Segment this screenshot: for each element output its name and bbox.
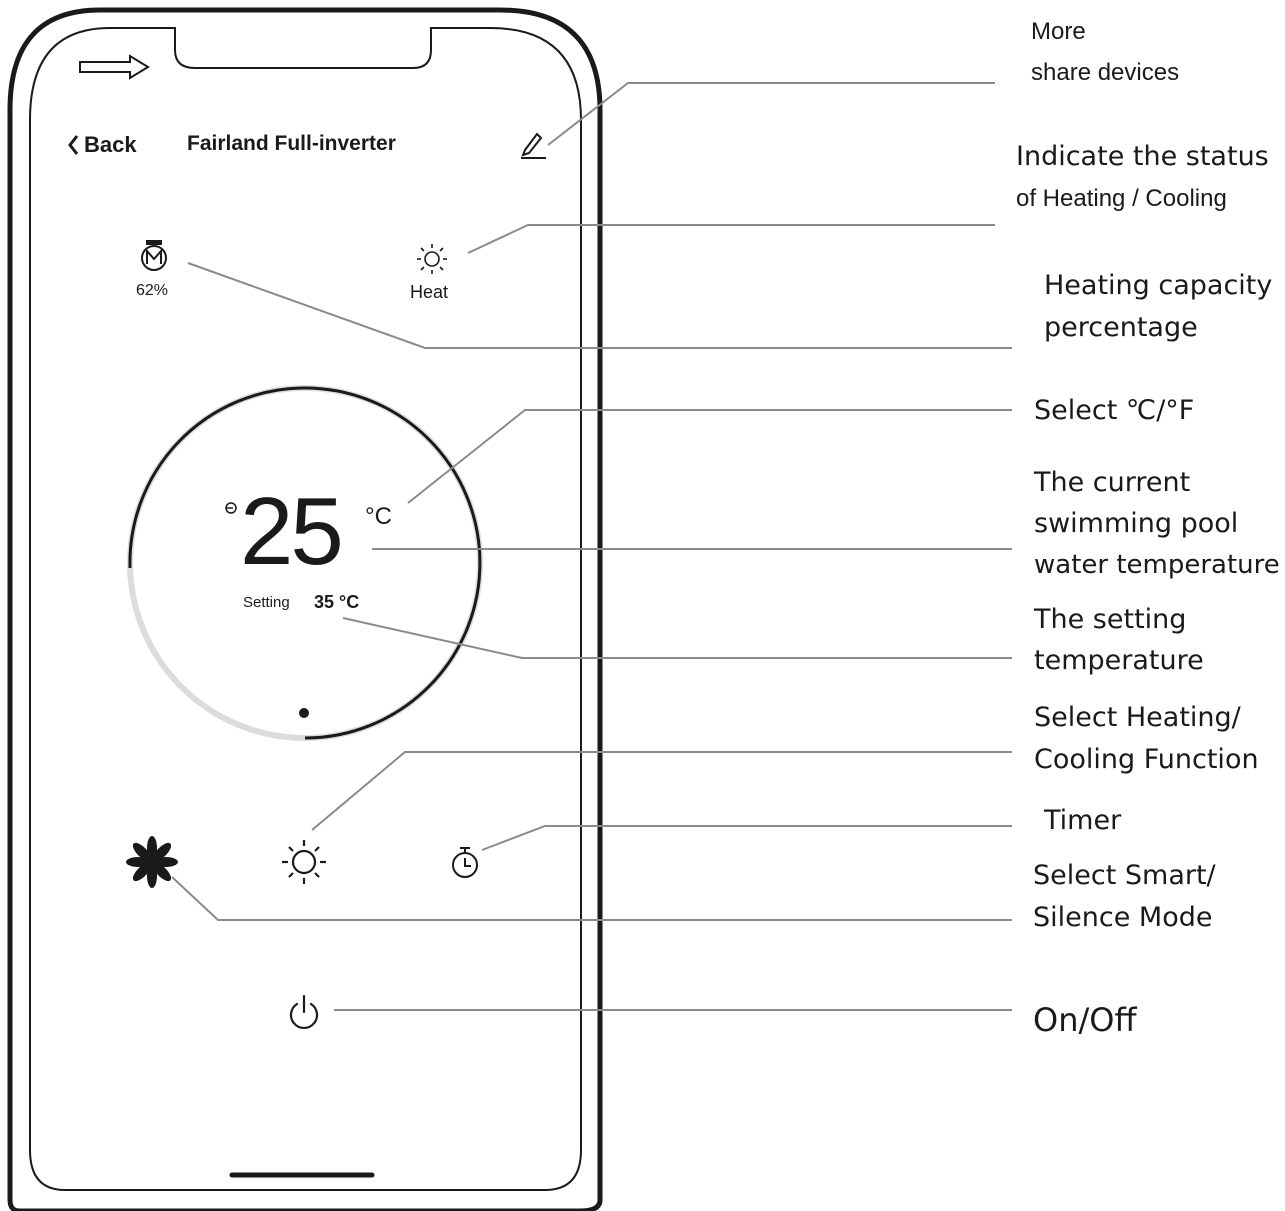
phone-outer-frame [7,7,603,1211]
annotation-mode-line2: Silence Mode [1033,902,1213,933]
annotation-current-line1: The current [1034,467,1191,498]
leader-line-function [311,751,1012,831]
leader-line-setting [342,617,1012,659]
current-temperature: 25 [240,478,344,585]
setting-label: Setting [243,594,290,611]
temperature-unit-toggle[interactable]: °C [365,503,392,531]
leader-line-status [467,224,995,254]
water-inlet-icon [225,502,237,514]
heat-cool-sun-icon[interactable] [282,840,326,884]
compressor-icon [141,240,167,271]
annotation-mode-line1: Select Smart/ [1033,860,1216,891]
power-icon[interactable] [289,994,319,1029]
annotation-share: share devices [1031,59,1180,86]
annotation-setting-line2: temperature [1034,645,1204,676]
annotation-capacity-line1: Heating capacity [1044,270,1273,301]
mode-status: Heat [410,282,449,302]
annotation-onoff: On/Off [1033,1001,1137,1039]
chevron-left-icon[interactable] [68,135,79,155]
annotation-timer: Timer [1044,805,1122,836]
fan-icon[interactable] [126,836,178,888]
capacity-value: 62% [136,282,169,299]
timer-icon[interactable] [452,847,478,878]
annotation-unit-select: Select ℃/°F [1034,395,1195,426]
annotation-status-line2: of Heating / Cooling [1016,185,1227,212]
annotation-capacity-line2: percentage [1044,312,1198,343]
back-button[interactable]: Back [84,132,137,158]
annotation-setting-line1: The setting [1034,604,1187,635]
annotation-function-line2: Cooling Function [1034,744,1259,775]
leader-line-unit [407,409,1012,504]
leader-line-timer [481,825,1012,851]
annotation-current-line3: water temperature [1034,550,1280,580]
annotated-phone-diagram: Back Fairland Full-inverter 62% Heat 25 … [0,0,1285,1211]
annotation-function-line1: Select Heating/ [1034,702,1241,733]
back-label: Back [84,132,137,157]
phone-screen-outline [29,27,582,1191]
right-arrow-icon [79,54,150,80]
annotation-more: More [1031,18,1086,45]
device-title: Fairland Full-inverter [187,132,396,155]
pencil-icon[interactable] [521,132,546,159]
sun-icon [417,244,447,274]
leader-line-share [547,82,995,146]
annotation-status-line1: Indicate the status [1016,141,1269,172]
setting-value: 35 °C [314,592,360,612]
leader-line-mode [171,876,1012,921]
dial-handle[interactable] [299,708,309,718]
annotation-current-line2: swimming pool [1034,508,1239,539]
